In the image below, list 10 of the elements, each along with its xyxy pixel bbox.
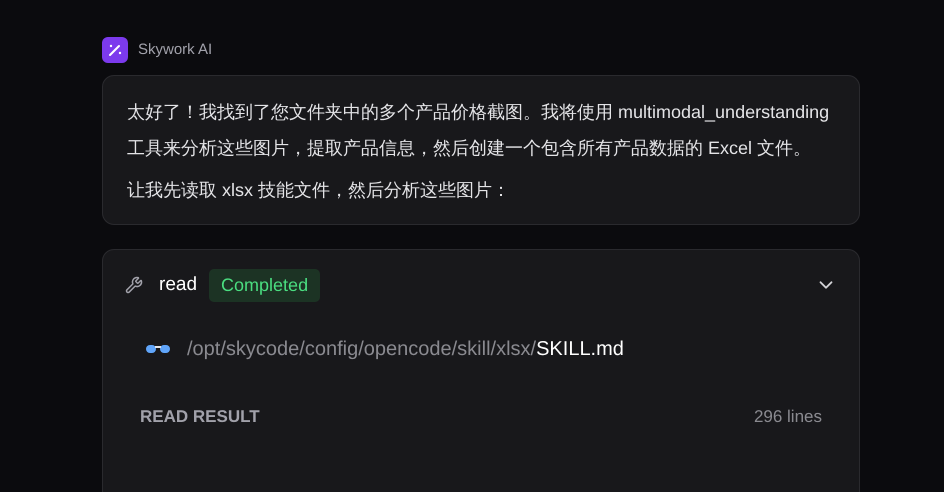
status-badge: Completed [209, 268, 320, 302]
file-path: /opt/skycode/config/opencode/skill/xlsx/SKILL.md [187, 337, 624, 362]
wrench-icon [125, 276, 143, 294]
message-paragraph: 太好了！我找到了您文件夹中的多个产品价格截图。我将使用 multimodal_understanding 工具来分析这些图片，提取产品信息，然后创建一个包含所有产品数据的 Excel 文件。 [127, 101, 830, 160]
tool-name: read [159, 272, 198, 297]
result-label: READ RESULT [140, 406, 260, 428]
line-count: 296 lines [754, 406, 822, 428]
message-paragraph: 让我先读取 xlsx 技能文件，然后分析这些图片： [127, 179, 512, 202]
eyeglasses-icon [145, 343, 171, 355]
assistant-name: Skywork AI [138, 40, 212, 60]
